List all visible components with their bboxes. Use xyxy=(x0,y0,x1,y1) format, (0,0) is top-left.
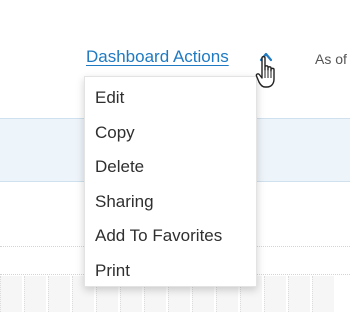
grid-cell xyxy=(0,276,22,312)
as-of-label: As of xyxy=(315,51,347,67)
menu-item-edit[interactable]: Edit xyxy=(85,81,256,116)
grid-cell xyxy=(312,276,334,312)
menu-item-print[interactable]: Print xyxy=(85,254,256,289)
grid-cell xyxy=(264,276,286,312)
menu-item-add-to-favorites[interactable]: Add To Favorites xyxy=(85,219,256,254)
dashboard-actions-menu: Edit Copy Delete Sharing Add To Favorite… xyxy=(84,76,257,287)
menu-item-delete[interactable]: Delete xyxy=(85,150,256,185)
dashboard-actions-link[interactable]: Dashboard Actions xyxy=(86,47,229,67)
grid-cell xyxy=(24,276,46,312)
grid-cell xyxy=(48,276,70,312)
menu-item-sharing[interactable]: Sharing xyxy=(85,185,256,220)
menu-item-copy[interactable]: Copy xyxy=(85,116,256,151)
grid-cell xyxy=(288,276,310,312)
hand-pointer-icon xyxy=(254,54,284,90)
